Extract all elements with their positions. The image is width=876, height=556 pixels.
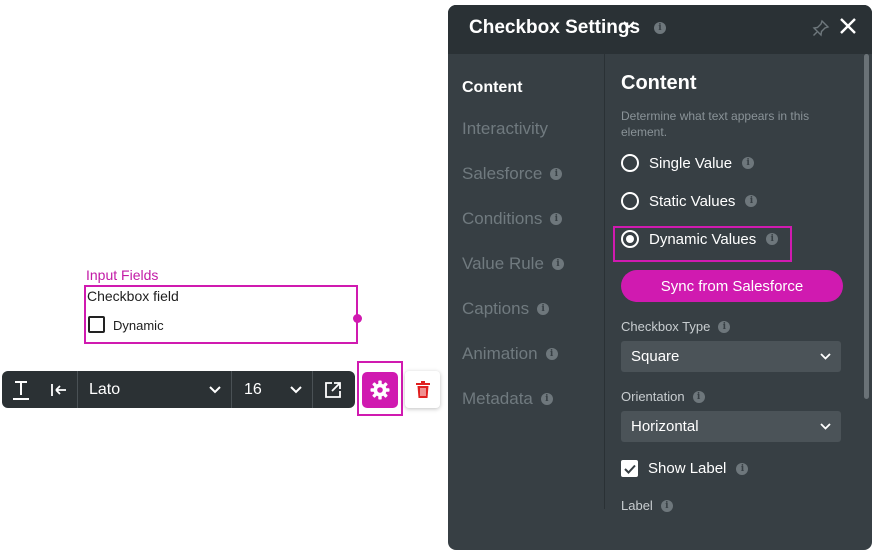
orientation-label: Orientation i (621, 389, 705, 404)
nav-item-captions[interactable]: Captions i (462, 299, 550, 319)
checkbox-label: Dynamic (113, 318, 164, 333)
show-label-row[interactable]: Show Label i (621, 460, 749, 477)
radio-button-selected[interactable] (621, 230, 639, 248)
checkbox-field-widget[interactable]: Checkbox field Dynamic (84, 285, 362, 344)
nav-label: Conditions (462, 209, 543, 228)
checkbox-type-select[interactable]: Square (621, 341, 841, 372)
checkmark-icon (623, 464, 636, 474)
info-icon[interactable]: i (545, 348, 558, 360)
label-field-label: Label i (621, 498, 673, 513)
chevron-down-icon[interactable] (623, 21, 635, 29)
orientation-select[interactable]: Horizontal (621, 411, 841, 442)
nav-label: Interactivity (462, 119, 548, 138)
indent-button[interactable] (40, 371, 78, 408)
content-title: Content (621, 72, 697, 94)
resize-handle[interactable] (353, 314, 362, 323)
chevron-down-icon (820, 423, 831, 430)
text-style-button[interactable] (2, 371, 40, 408)
info-icon[interactable]: i (550, 213, 563, 225)
info-icon[interactable]: i (550, 168, 563, 180)
text-style-icon (13, 380, 29, 400)
radio-static-values[interactable]: Static Values i (621, 192, 758, 210)
nav-item-metadata[interactable]: Metadata i (462, 389, 553, 409)
nav-item-salesforce[interactable]: Salesforce i (462, 164, 563, 184)
nav-label: Captions (462, 299, 530, 318)
close-icon[interactable] (839, 17, 857, 35)
font-select[interactable]: Lato (78, 371, 232, 408)
external-link-icon (325, 381, 341, 398)
label-text: Orientation (621, 389, 685, 404)
info-icon[interactable]: i (654, 22, 666, 34)
nav-label: Animation (462, 344, 538, 363)
chevron-down-icon (290, 385, 302, 393)
indent-icon (50, 383, 66, 396)
radio-button[interactable] (621, 192, 639, 210)
nav-label: Salesforce (462, 164, 543, 183)
nav-item-interactivity[interactable]: Interactivity (462, 119, 548, 139)
label-text: Checkbox Type (621, 319, 711, 334)
font-value: Lato (89, 380, 121, 398)
info-icon[interactable]: i (660, 499, 673, 512)
select-value: Horizontal (631, 418, 699, 435)
trash-icon (415, 381, 430, 398)
nav-label: Metadata (462, 389, 533, 408)
show-label-text: Show Label (648, 460, 727, 477)
editor-canvas: Input Fields Checkbox field Dynamic Lato… (0, 0, 876, 556)
info-icon[interactable]: i (551, 258, 564, 270)
format-toolbar: Lato 16 (2, 371, 355, 408)
nav-label: Content (462, 79, 523, 96)
checkbox[interactable] (88, 316, 105, 333)
nav-item-animation[interactable]: Animation i (462, 344, 558, 364)
info-icon[interactable]: i (736, 462, 749, 475)
nav-item-value-rule[interactable]: Value Rule i (462, 254, 564, 274)
external-link-button[interactable] (313, 371, 353, 408)
panel-header: Checkbox Settings i (448, 5, 872, 54)
field-caption: Input Fields (86, 267, 159, 283)
info-icon[interactable]: i (537, 303, 550, 315)
pin-icon[interactable] (812, 19, 830, 37)
checkbox-settings-panel: Checkbox Settings i Content Interactivit… (448, 5, 872, 550)
info-icon[interactable]: i (766, 233, 779, 245)
delete-button[interactable] (405, 371, 440, 408)
radio-label: Dynamic Values (649, 230, 757, 248)
radio-single-value[interactable]: Single Value i (621, 154, 755, 172)
radio-label: Single Value (649, 154, 733, 172)
chevron-down-icon (820, 353, 831, 360)
content-description: Determine what text appears in this elem… (621, 109, 810, 139)
info-icon[interactable]: i (692, 390, 705, 403)
font-size-select[interactable]: 16 (232, 371, 313, 408)
show-label-checkbox[interactable] (621, 460, 638, 477)
chevron-down-icon (209, 385, 221, 393)
info-icon[interactable]: i (745, 195, 758, 207)
label-text: Label (621, 498, 653, 513)
info-icon[interactable]: i (718, 320, 731, 333)
info-icon[interactable]: i (742, 157, 755, 169)
settings-nav: Content Interactivity Salesforce i Condit… (448, 54, 605, 509)
field-title: Checkbox field (87, 288, 179, 304)
radio-button[interactable] (621, 154, 639, 172)
font-size-value: 16 (244, 380, 262, 398)
checkbox-type-label: Checkbox Type i (621, 319, 731, 334)
gear-icon (370, 380, 390, 400)
nav-item-content[interactable]: Content (462, 79, 522, 97)
nav-item-conditions[interactable]: Conditions i (462, 209, 563, 229)
panel-title[interactable]: Checkbox Settings (469, 17, 640, 39)
radio-dynamic-values[interactable]: Dynamic Values i (621, 230, 779, 248)
nav-label: Value Rule (462, 254, 544, 273)
sync-from-salesforce-button[interactable]: Sync from Salesforce (621, 270, 843, 302)
info-icon[interactable]: i (540, 393, 553, 405)
settings-button[interactable] (362, 372, 398, 408)
panel-scrollbar[interactable] (864, 54, 869, 399)
radio-label: Static Values (649, 192, 736, 210)
select-value: Square (631, 348, 680, 365)
